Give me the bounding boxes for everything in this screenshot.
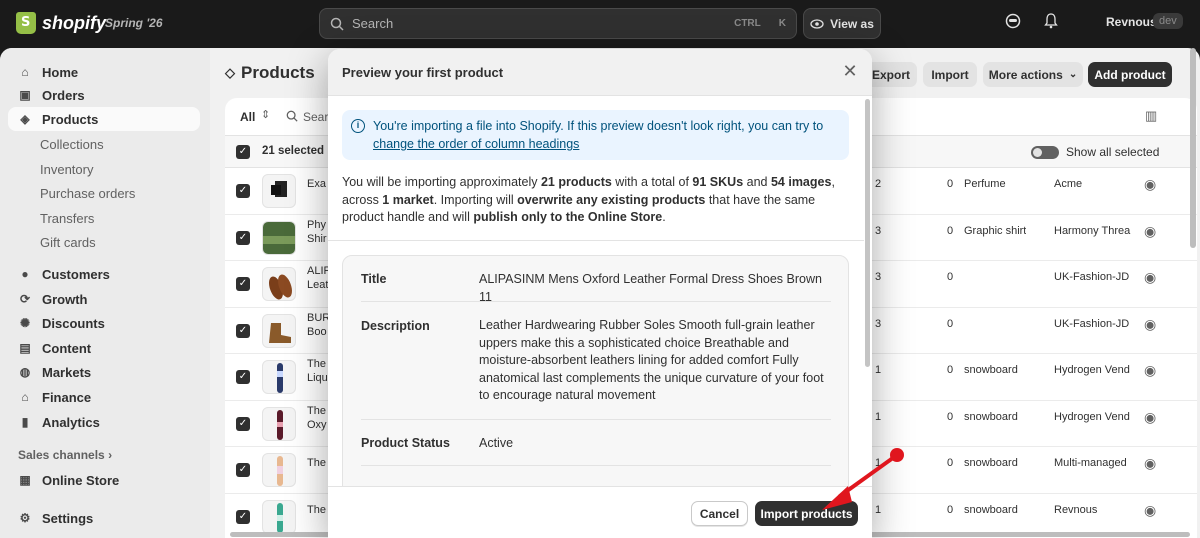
annotation-arrow [822,448,904,510]
